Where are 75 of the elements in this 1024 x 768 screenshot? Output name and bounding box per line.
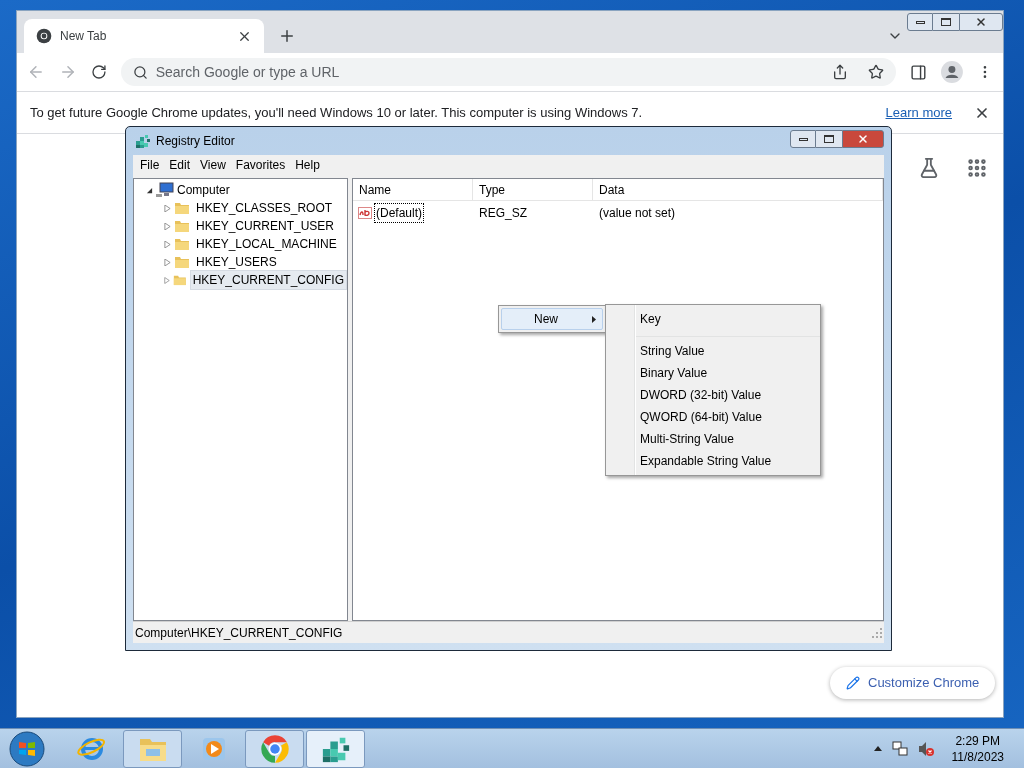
profile-avatar-icon[interactable]	[941, 61, 964, 83]
clock-time: 2:29 PM	[955, 732, 1001, 749]
learn-more-link[interactable]: Learn more	[885, 102, 952, 123]
collapsed-arrow-icon[interactable]	[164, 240, 171, 248]
value-data: (value not set)	[598, 205, 677, 222]
folder-icon	[174, 200, 190, 216]
menu-item[interactable]: QWORD (64-bit) Value	[606, 406, 820, 428]
chrome-logo-icon	[36, 28, 52, 44]
minimize-button[interactable]	[907, 13, 933, 31]
menu-item[interactable]: Help	[290, 156, 325, 174]
muted-speaker-icon[interactable]	[917, 740, 934, 757]
menu-item[interactable]: New	[501, 308, 603, 330]
share-icon[interactable]	[832, 64, 849, 80]
pencil-icon	[846, 676, 860, 690]
menu-item[interactable]: Expandable String Value	[606, 450, 820, 472]
folder-icon	[174, 236, 190, 252]
clock-date: 11/8/2023	[951, 748, 1004, 765]
infobar-message: To get future Google Chrome updates, you'll need Windows 10 or later. This computer is using Windows 7.	[30, 103, 644, 122]
start-orb-icon[interactable]	[7, 729, 47, 768]
chrome-logo-icon	[259, 733, 290, 764]
menu-item[interactable]: View	[195, 156, 231, 174]
tree-item[interactable]: HKEY_CLASSES_ROOT	[193, 198, 336, 218]
network-icon[interactable]	[891, 740, 908, 757]
folder-icon	[174, 254, 190, 270]
column-header[interactable]: Data	[593, 179, 883, 200]
taskbar-button[interactable]	[245, 729, 304, 768]
address-bar[interactable]: Search Google or type a URL	[120, 58, 897, 86]
tree-item[interactable]: HKEY_CURRENT_USER	[193, 216, 338, 236]
registry-cubes-icon	[135, 133, 151, 149]
tree-item[interactable]: Computer	[177, 181, 230, 199]
window-title: Registry Editor	[156, 133, 236, 150]
string-value-icon	[358, 207, 372, 219]
column-header[interactable]: Name	[353, 179, 473, 200]
play-icon	[200, 735, 227, 762]
column-header[interactable]: Type	[473, 179, 593, 200]
value-type: REG_SZ	[478, 205, 528, 222]
new-tab-icon[interactable]	[278, 27, 296, 45]
tree-item[interactable]: HKEY_LOCAL_MACHINE	[193, 234, 340, 254]
browser-tab[interactable]: New Tab	[24, 19, 264, 53]
status-path: Computer\HKEY_CURRENT_CONFIG	[135, 624, 344, 642]
value-name[interactable]: (Default)	[374, 203, 424, 223]
clock[interactable]: 2:29 PM 11/8/2023	[951, 732, 1004, 765]
folder-icon	[174, 218, 190, 234]
menu-item[interactable]: DWORD (32-bit) Value	[606, 384, 820, 406]
apps-grid-icon[interactable]	[966, 157, 988, 179]
minimize-button[interactable]	[790, 130, 816, 148]
flask-icon[interactable]	[918, 157, 940, 179]
show-hidden-icons-icon[interactable]	[873, 746, 882, 751]
menu-item[interactable]: File	[135, 156, 165, 174]
bookmark-star-icon[interactable]	[868, 64, 885, 80]
collapsed-arrow-icon[interactable]	[164, 204, 171, 212]
address-input[interactable]: Search Google or type a URL	[155, 61, 825, 83]
tree-item[interactable]: HKEY_CURRENT_CONFIG	[189, 270, 347, 290]
customize-chrome-button[interactable]: Customize Chrome	[830, 667, 996, 699]
resize-grip-icon	[872, 627, 882, 638]
tab-title: New Tab	[60, 28, 108, 45]
maximize-button[interactable]	[933, 13, 959, 31]
menu-item[interactable]: Edit	[164, 156, 196, 174]
menu-item[interactable]: Multi-String Value	[606, 428, 820, 450]
expanded-arrow-icon[interactable]	[146, 186, 153, 194]
computer-icon	[156, 182, 174, 198]
close-icon	[857, 133, 869, 145]
collapsed-arrow-icon[interactable]	[164, 258, 171, 266]
side-panel-icon[interactable]	[910, 63, 928, 81]
reload-icon[interactable]	[90, 64, 107, 80]
close-icon	[975, 16, 987, 28]
maximize-button[interactable]	[816, 130, 842, 148]
menu-item[interactable]: String Value	[606, 340, 820, 362]
menu-item[interactable]: Favorites	[230, 156, 291, 174]
collapsed-arrow-icon[interactable]	[164, 222, 171, 230]
tree-item[interactable]: HKEY_USERS	[193, 252, 280, 272]
search-icon	[132, 64, 148, 80]
menu-item[interactable]: Binary Value	[606, 362, 820, 384]
taskbar-button[interactable]	[306, 729, 365, 768]
menu-item[interactable]: Key	[606, 308, 820, 330]
